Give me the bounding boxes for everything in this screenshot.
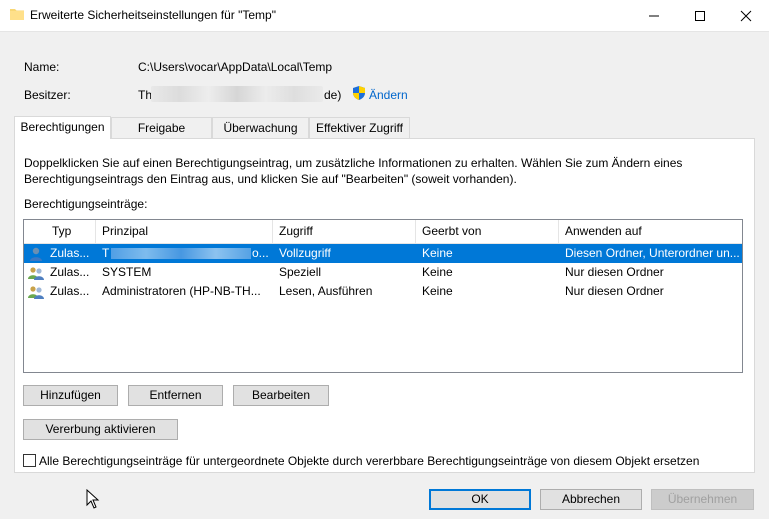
list-header: Typ Prinzipal Zugriff Geerbt von Anwende…: [24, 220, 742, 244]
enable-inheritance-button[interactable]: Vererbung aktivieren: [23, 419, 178, 440]
column-header-zugriff[interactable]: Zugriff: [273, 220, 416, 243]
cell-prinzipal: SYSTEM: [102, 265, 152, 279]
cell-zugriff: Vollzugriff: [279, 246, 331, 260]
name-value: C:\Users\vocar\AppData\Local\Temp: [138, 60, 333, 74]
change-owner-link[interactable]: Ändern: [369, 88, 408, 102]
tab-effektiver-zugriff[interactable]: Effektiver Zugriff: [309, 117, 410, 138]
cell-typ: Zulas...: [50, 246, 90, 260]
replace-permissions-checkbox[interactable]: [23, 454, 36, 467]
group-icon: [28, 265, 44, 281]
table-row[interactable]: Zulas... T o... Vollzugriff Keine Diesen…: [24, 244, 742, 263]
add-button[interactable]: Hinzufügen: [23, 385, 118, 406]
table-row[interactable]: Zulas... Administratoren (HP-NB-TH... Le…: [24, 282, 742, 301]
remove-button[interactable]: Entfernen: [128, 385, 223, 406]
table-row[interactable]: Zulas... SYSTEM Speziell Keine Nur diese…: [24, 263, 742, 282]
cell-prinzipal: Administratoren (HP-NB-TH...: [102, 284, 261, 298]
ok-button[interactable]: OK: [429, 489, 531, 510]
cell-geerbt-von: Keine: [422, 265, 453, 279]
maximize-button[interactable]: [677, 0, 723, 31]
column-header-anwenden-auf[interactable]: Anwenden auf: [559, 220, 742, 243]
column-header-prinzipal[interactable]: Prinzipal: [96, 220, 273, 243]
cell-typ: Zulas...: [50, 284, 90, 298]
cell-zugriff: Lesen, Ausführen: [279, 284, 373, 298]
column-header-typ[interactable]: Typ: [46, 220, 96, 243]
close-icon: [740, 10, 752, 22]
cancel-button[interactable]: Abbrechen: [540, 489, 642, 510]
cell-anwenden-auf: Diesen Ordner, Unterordner un...: [565, 246, 740, 260]
window-title: Erweiterte Sicherheitseinstellungen für …: [30, 8, 276, 22]
cell-anwenden-auf: Nur diesen Ordner: [565, 265, 664, 279]
tab-ueberwachung[interactable]: Überwachung: [212, 117, 309, 138]
permission-list[interactable]: Typ Prinzipal Zugriff Geerbt von Anwende…: [23, 219, 743, 373]
edit-button[interactable]: Bearbeiten: [233, 385, 329, 406]
owner-prefix: Th: [138, 88, 153, 102]
mouse-cursor-icon: [86, 488, 100, 509]
title-bar: Erweiterte Sicherheitseinstellungen für …: [0, 0, 769, 32]
group-icon: [28, 284, 44, 300]
cell-geerbt-von: Keine: [422, 246, 453, 260]
column-header-geerbt-von[interactable]: Geerbt von: [416, 220, 559, 243]
cell-typ: Zulas...: [50, 265, 90, 279]
apply-button[interactable]: Übernehmen: [651, 489, 754, 510]
cell-zugriff: Speziell: [279, 265, 322, 279]
name-label: Name:: [24, 60, 60, 74]
panel-description: Doppelklicken Sie auf einen Berechtigung…: [24, 156, 683, 186]
cell-prinzipal-suffix: o...: [252, 246, 269, 260]
cell-anwenden-auf: Nur diesen Ordner: [565, 284, 664, 298]
tab-freigabe[interactable]: Freigabe: [111, 117, 212, 138]
minimize-icon: [649, 15, 659, 17]
owner-label: Besitzer:: [24, 88, 71, 102]
user-icon: [28, 246, 44, 262]
maximize-icon: [695, 11, 705, 21]
shield-icon: [351, 85, 367, 101]
prinzipal-redacted: [111, 248, 251, 259]
permission-list-label: Berechtigungseinträge:: [24, 197, 148, 211]
close-button[interactable]: [723, 0, 769, 31]
minimize-button[interactable]: [631, 0, 677, 31]
owner-suffix: de): [324, 88, 342, 102]
tab-berechtigungen[interactable]: Berechtigungen: [14, 116, 111, 139]
replace-permissions-label[interactable]: Alle Berechtigungseinträge für untergeor…: [39, 454, 699, 468]
cell-geerbt-von: Keine: [422, 284, 453, 298]
folder-icon: [10, 7, 24, 20]
owner-redacted: [151, 86, 323, 102]
